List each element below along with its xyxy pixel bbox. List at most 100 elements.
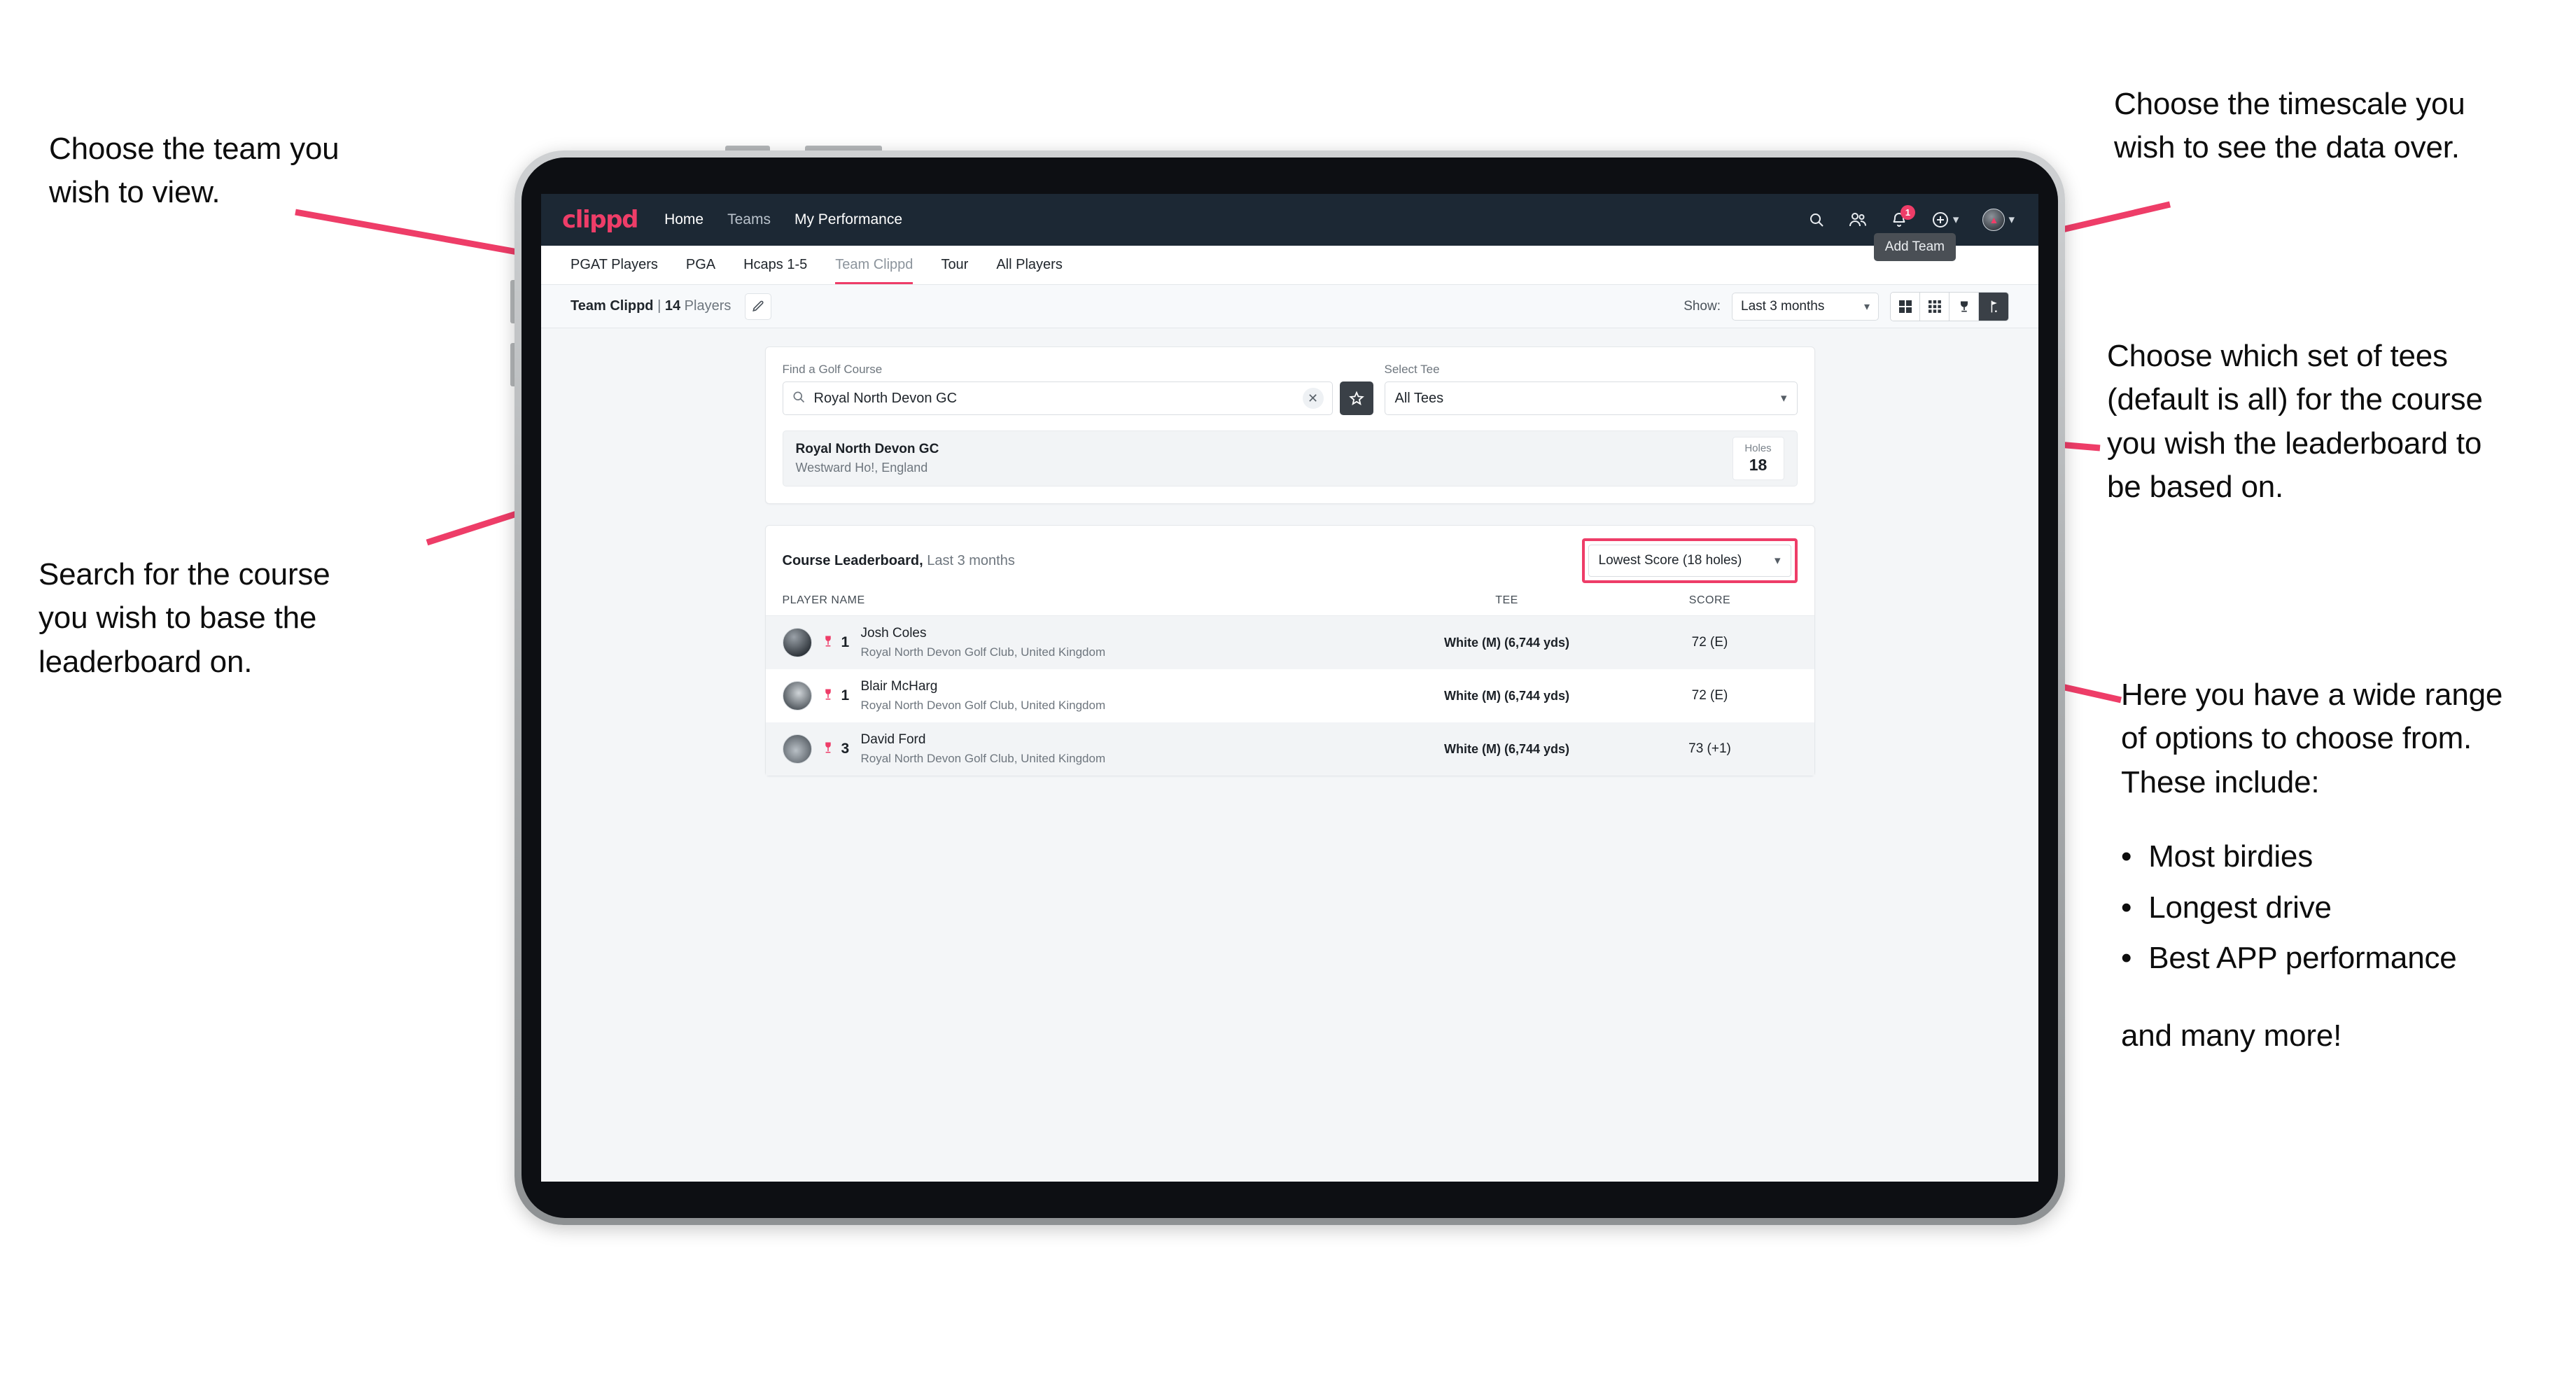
trophy-icon <box>822 687 834 705</box>
pencil-icon[interactable] <box>745 293 772 320</box>
avatar <box>782 681 812 710</box>
score-value: 73 (+1) <box>1688 741 1731 756</box>
nav-link-my-performance[interactable]: My Performance <box>794 211 902 228</box>
score-value: 72 (E) <box>1691 688 1728 703</box>
player-cell: 3 David Ford Royal North Devon Golf Club… <box>782 732 1392 766</box>
team-tabs: PGAT Players PGA Hcaps 1-5 Team Clippd T… <box>541 246 2038 285</box>
team-summary: Team Clippd | 14 Players <box>570 298 731 314</box>
player-count: 14 <box>664 298 681 314</box>
tab-hcaps-1-5[interactable]: Hcaps 1-5 <box>743 246 807 284</box>
tee-field-label: Select Tee <box>1384 363 1440 376</box>
grid-4-view-button[interactable] <box>1891 292 1920 321</box>
course-result-name: Royal North Devon GC <box>795 442 939 456</box>
tee-select[interactable]: All Tees ▾ <box>1384 382 1798 415</box>
rank-value: 3 <box>841 741 850 757</box>
leaderboard-metric-select[interactable]: Lowest Score (18 holes) ▾ <box>1588 545 1791 577</box>
column-score: SCORE <box>1688 594 1731 606</box>
player-cell: 1 Josh Coles Royal North Devon Golf Club… <box>782 626 1392 659</box>
search-icon <box>792 390 806 407</box>
option-label: Most birdies <box>2148 839 2314 874</box>
trophy-view-button[interactable] <box>1949 292 1979 321</box>
player-info: David Ford Royal North Devon Golf Club, … <box>861 732 1106 766</box>
course-result-location: Westward Ho!, England <box>795 461 928 475</box>
trophy-icon <box>822 741 834 758</box>
avatar-image: ▲ <box>1982 209 2005 231</box>
list-item: • Most birdies <box>2121 835 2576 878</box>
course-field-label: Find a Golf Course <box>782 363 883 376</box>
course-result-text: Royal North Devon GC Westward Ho!, Engla… <box>796 442 939 475</box>
tab-team-clippd[interactable]: Team Clippd <box>835 246 913 284</box>
navbar-actions: 1 ▾ ▲ ▾ <box>1808 205 2015 231</box>
chevron-down-icon: ▾ <box>1863 300 1870 313</box>
holes-value: 18 <box>1749 456 1768 474</box>
course-result-row[interactable]: Royal North Devon GC Westward Ho!, Engla… <box>782 430 1798 486</box>
avatar <box>782 628 812 657</box>
tee-value: White (M) (6,744 yds) <box>1443 635 1570 650</box>
grid-9-view-button[interactable] <box>1920 292 1949 321</box>
chevron-down-icon: ▾ <box>1774 554 1781 567</box>
page-content: Find a Golf Course Royal North Devon GC … <box>541 328 2038 1182</box>
rank-group: 1 <box>822 687 851 705</box>
star-icon[interactable] <box>1339 382 1373 415</box>
app-navbar: clippd Home Teams My Performance 1 ▾ ▲ ▾… <box>541 194 2038 261</box>
toolbar-right: Show: Last 3 months ▾ <box>1684 291 2009 321</box>
player-info: Josh Coles Royal North Devon Golf Club, … <box>861 626 1106 659</box>
team-name: Team Clippd <box>570 298 654 314</box>
tee-value: White (M) (6,744 yds) <box>1443 688 1570 703</box>
bullet-icon: • <box>2121 839 2132 874</box>
bell-icon[interactable]: 1 <box>1891 205 1915 228</box>
course-input-row: Royal North Devon GC ✕ <box>782 382 1373 415</box>
rank-group: 1 <box>822 634 851 652</box>
chevron-down-icon: ▾ <box>1780 391 1787 405</box>
people-icon[interactable] <box>1849 211 1867 228</box>
chevron-down-icon: ▾ <box>2008 213 2015 226</box>
tab-pga[interactable]: PGA <box>686 246 715 284</box>
close-icon[interactable]: ✕ <box>1302 388 1324 409</box>
score-value: 72 (E) <box>1691 635 1728 650</box>
timescale-select[interactable]: Last 3 months ▾ <box>1732 292 1879 321</box>
avatar <box>782 734 812 764</box>
column-tee: TEE <box>1495 594 1518 606</box>
separator: | <box>657 298 662 314</box>
course-search-input[interactable]: Royal North Devon GC ✕ <box>782 382 1333 415</box>
annotation-choose-tees: Choose which set of tees (default is all… <box>2107 339 2483 505</box>
annotation-search-course: Search for the course you wish to base t… <box>38 557 330 679</box>
holes-badge: Holes 18 <box>1732 437 1784 480</box>
plus-circle-icon[interactable]: ▾ <box>1931 211 1959 229</box>
list-item: • Best APP performance <box>2121 937 2576 980</box>
metric-highlight: Lowest Score (18 holes) ▾ <box>1581 538 1798 583</box>
nav-link-teams[interactable]: Teams <box>727 211 771 228</box>
search-fields: Find a Golf Course Royal North Devon GC … <box>782 363 1798 415</box>
nav-link-home[interactable]: Home <box>664 211 704 228</box>
view-toggle-group <box>1890 291 2009 321</box>
list-item: • Longest drive <box>2121 886 2576 930</box>
leaderboard-metric-value: Lowest Score (18 holes) <box>1598 553 1742 568</box>
tab-all-players[interactable]: All Players <box>996 246 1062 284</box>
leaderboard-title-group: Course Leaderboard, Last 3 months <box>783 553 1015 569</box>
course-search-value: Royal North Devon GC <box>813 390 958 406</box>
clippd-logo[interactable]: clippd <box>562 206 638 234</box>
tee-value: White (M) (6,744 yds) <box>1443 741 1570 756</box>
table-row[interactable]: 3 David Ford Royal North Devon Golf Club… <box>765 722 1814 776</box>
trophy-icon <box>822 634 834 652</box>
golf-flag-view-button[interactable] <box>1979 292 2008 321</box>
tab-tour[interactable]: Tour <box>941 246 968 284</box>
leaderboard-header: Course Leaderboard, Last 3 months Lowest… <box>766 526 1814 594</box>
player-name: David Ford <box>860 732 926 747</box>
player-club: Royal North Devon Golf Club, United King… <box>860 645 1106 659</box>
tee-value: All Tees <box>1394 390 1444 406</box>
option-label: Best APP performance <box>2148 941 2457 976</box>
rank-value: 1 <box>841 634 850 650</box>
annotation-choose-team: Choose the team you wish to view. <box>49 132 340 210</box>
tab-pgat-players[interactable]: PGAT Players <box>570 246 658 284</box>
course-leaderboard-card: Course Leaderboard, Last 3 months Lowest… <box>764 525 1815 776</box>
search-icon[interactable] <box>1808 211 1825 228</box>
option-label: Longest drive <box>2148 890 2332 925</box>
table-row[interactable]: 1 Blair McHarg Royal North Devon Golf Cl… <box>766 669 1814 722</box>
course-search-card: Find a Golf Course Royal North Devon GC … <box>764 346 1815 504</box>
team-toolbar: Team Clippd | 14 Players Show: Last 3 mo… <box>541 285 2038 328</box>
leaderboard-column-headers: PLAYER NAME TEE SCORE <box>765 594 1814 616</box>
table-row[interactable]: 1 Josh Coles Royal North Devon Golf Club… <box>765 616 1814 669</box>
annotation-options-tail: and many more! <box>2121 1018 2342 1053</box>
avatar[interactable]: ▲ ▾ <box>1982 209 2015 231</box>
